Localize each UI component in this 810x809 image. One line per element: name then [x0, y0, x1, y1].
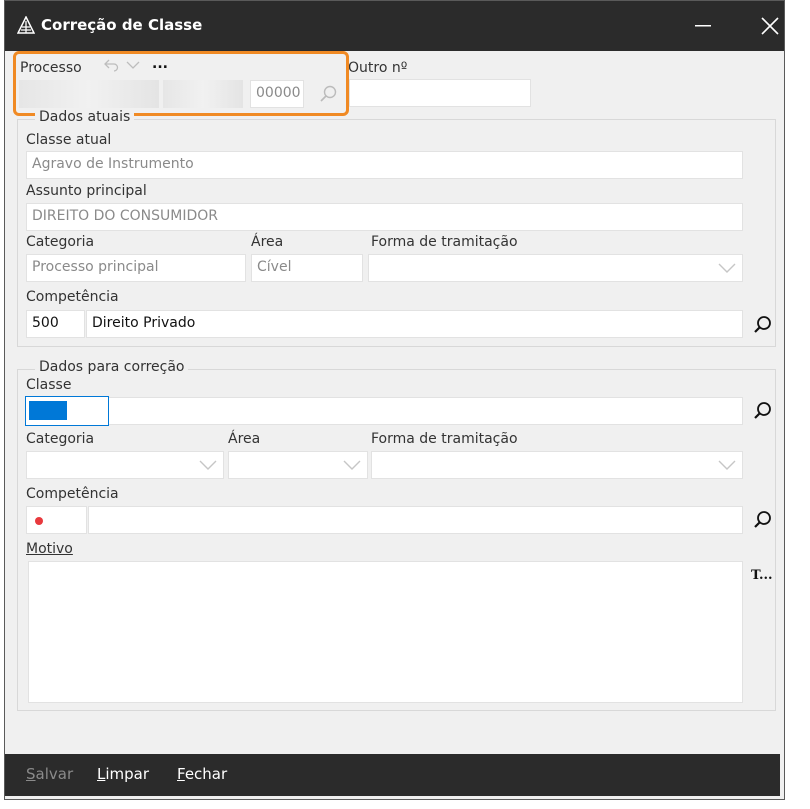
outro-numero-field[interactable] — [349, 79, 531, 107]
dialog-window: Correção de Classe Processo ... 00000 Ou… — [4, 0, 785, 800]
motivo-textarea[interactable] — [28, 561, 743, 703]
minimize-icon — [695, 25, 711, 27]
text-selection — [29, 401, 67, 420]
limpar-label: impar — [105, 765, 150, 783]
footer-bar: Salvar Limpar Fechar — [5, 754, 780, 796]
forma-tramitacao-label: Forma de tramitação — [371, 431, 518, 447]
assunto-principal-label: Assunto principal — [26, 183, 147, 199]
chevron-down-icon — [718, 263, 736, 273]
minimize-button[interactable] — [673, 1, 733, 51]
classe-desc-field[interactable] — [26, 397, 743, 425]
competencia-desc-field[interactable] — [88, 506, 743, 534]
text-format-button[interactable]: T... — [751, 568, 773, 583]
fechar-mnemonic: F — [177, 765, 185, 783]
salvar-button[interactable]: Salvar — [26, 765, 73, 783]
competencia-atual-desc: Direito Privado — [86, 310, 743, 338]
search-icon[interactable] — [753, 315, 773, 335]
dados-atuais-title: Dados atuais — [35, 109, 135, 125]
competencia-label: Competência — [26, 486, 119, 502]
motivo-label: Motivo — [26, 541, 73, 557]
search-icon[interactable] — [753, 510, 773, 530]
dados-correcao-title: Dados para correção — [35, 359, 189, 375]
area-select[interactable] — [228, 451, 368, 479]
chevron-down-icon — [343, 460, 361, 470]
categoria-atual-label: Categoria — [26, 234, 95, 250]
forma-tramitacao-atual-label: Forma de tramitação — [371, 234, 518, 250]
area-atual-field: Cível — [251, 254, 363, 282]
chevron-down-icon — [718, 460, 736, 470]
categoria-atual-field: Processo principal — [26, 254, 246, 282]
classe-atual-field: Agravo de Instrumento — [26, 151, 743, 179]
forma-tramitacao-atual-select — [368, 254, 743, 282]
close-icon — [761, 17, 779, 35]
categoria-select[interactable] — [26, 451, 224, 479]
outro-numero-label: Outro nº — [348, 60, 408, 76]
salvar-mnemonic: S — [26, 765, 36, 783]
classe-label: Classe — [26, 377, 72, 393]
categoria-label: Categoria — [26, 431, 95, 447]
fechar-label: echar — [184, 765, 228, 783]
assunto-principal-field: DIREITO DO CONSUMIDOR — [26, 203, 743, 231]
area-atual-label: Área — [251, 234, 284, 250]
fechar-button[interactable]: Fechar — [177, 765, 227, 783]
window-title: Correção de Classe — [41, 16, 203, 34]
limpar-button[interactable]: Limpar — [97, 765, 149, 783]
search-icon[interactable] — [753, 401, 773, 421]
competencia-atual-label: Competência — [26, 289, 119, 305]
close-button[interactable] — [740, 1, 800, 51]
classe-atual-label: Classe atual — [26, 132, 112, 148]
required-indicator-icon — [35, 517, 43, 525]
forma-tramitacao-select[interactable] — [371, 451, 743, 479]
chevron-down-icon — [199, 460, 217, 470]
app-logo-icon — [17, 16, 35, 34]
title-bar: Correção de Classe — [5, 1, 784, 51]
competencia-code-input[interactable] — [26, 506, 87, 534]
competencia-atual-code: 500 — [26, 310, 85, 338]
classe-code-input[interactable] — [25, 396, 109, 426]
area-label: Área — [228, 431, 261, 447]
salvar-label: alvar — [35, 765, 74, 783]
processo-highlight — [13, 51, 349, 116]
